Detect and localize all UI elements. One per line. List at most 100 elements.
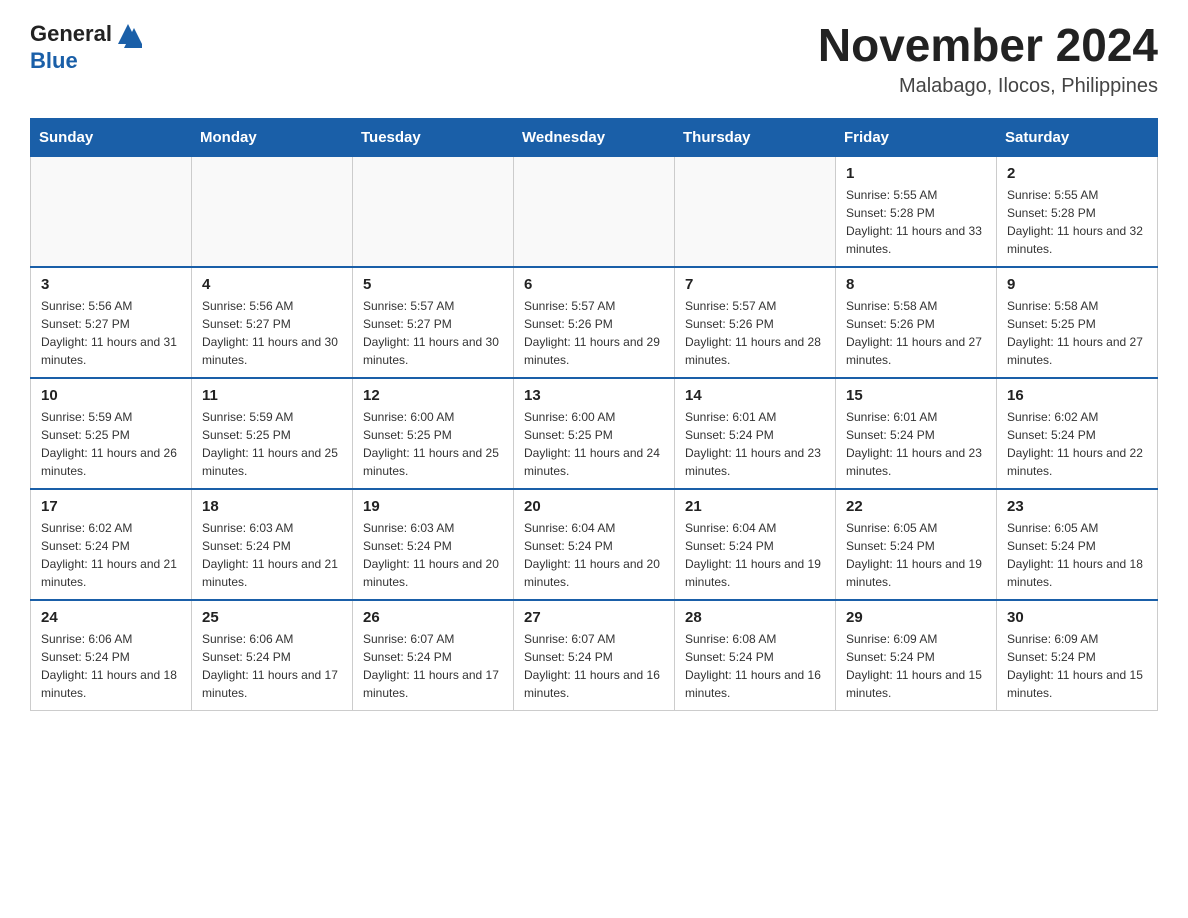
day-number: 25 <box>202 609 342 626</box>
day-info: Sunrise: 6:06 AMSunset: 5:24 PMDaylight:… <box>202 630 342 702</box>
calendar-cell: 10 Sunrise: 5:59 AMSunset: 5:25 PMDayligh… <box>31 378 192 489</box>
day-info: Sunrise: 6:04 AMSunset: 5:24 PMDaylight:… <box>524 519 664 591</box>
day-info: Sunrise: 6:00 AMSunset: 5:25 PMDaylight:… <box>363 408 503 480</box>
calendar-cell <box>31 156 192 267</box>
title-section: November 2024 Malabago, Ilocos, Philippi… <box>818 20 1158 98</box>
weekday-header-friday: Friday <box>836 118 997 156</box>
day-info: Sunrise: 6:01 AMSunset: 5:24 PMDaylight:… <box>846 408 986 480</box>
weekday-header-thursday: Thursday <box>675 118 836 156</box>
day-info: Sunrise: 6:02 AMSunset: 5:24 PMDaylight:… <box>41 519 181 591</box>
day-info: Sunrise: 6:03 AMSunset: 5:24 PMDaylight:… <box>202 519 342 591</box>
weekday-header-sunday: Sunday <box>31 118 192 156</box>
calendar-week-row: 3 Sunrise: 5:56 AMSunset: 5:27 PMDaylight… <box>31 267 1158 378</box>
weekday-header-row: SundayMondayTuesdayWednesdayThursdayFrid… <box>31 118 1158 156</box>
day-info: Sunrise: 5:58 AMSunset: 5:26 PMDaylight:… <box>846 297 986 369</box>
day-info: Sunrise: 6:03 AMSunset: 5:24 PMDaylight:… <box>363 519 503 591</box>
day-number: 27 <box>524 609 664 626</box>
calendar-cell: 26 Sunrise: 6:07 AMSunset: 5:24 PMDayligh… <box>353 600 514 711</box>
weekday-header-monday: Monday <box>192 118 353 156</box>
calendar-cell: 5 Sunrise: 5:57 AMSunset: 5:27 PMDaylight… <box>353 267 514 378</box>
day-number: 13 <box>524 387 664 404</box>
calendar-week-row: 24Sunrise: 6:06 AMSunset: 5:24 PMDayligh… <box>31 600 1158 711</box>
calendar-cell: 7Sunrise: 5:57 AMSunset: 5:26 PMDaylight… <box>675 267 836 378</box>
calendar-table: SundayMondayTuesdayWednesdayThursdayFrid… <box>30 118 1158 711</box>
day-info: Sunrise: 6:06 AMSunset: 5:24 PMDaylight:… <box>41 630 181 702</box>
day-info: Sunrise: 5:58 AMSunset: 5:25 PMDaylight:… <box>1007 297 1147 369</box>
calendar-cell: 28 Sunrise: 6:08 AMSunset: 5:24 PMDayligh… <box>675 600 836 711</box>
calendar-cell: 1Sunrise: 5:55 AMSunset: 5:28 PMDaylight… <box>836 156 997 267</box>
day-number: 29 <box>846 609 986 626</box>
calendar-cell <box>192 156 353 267</box>
calendar-cell: 12 Sunrise: 6:00 AMSunset: 5:25 PMDayligh… <box>353 378 514 489</box>
calendar-cell: 19 Sunrise: 6:03 AMSunset: 5:24 PMDayligh… <box>353 489 514 600</box>
day-info: Sunrise: 5:57 AMSunset: 5:26 PMDaylight:… <box>524 297 664 369</box>
day-info: Sunrise: 6:08 AMSunset: 5:24 PMDaylight:… <box>685 630 825 702</box>
day-number: 28 <box>685 609 825 626</box>
day-info: Sunrise: 6:07 AMSunset: 5:24 PMDaylight:… <box>363 630 503 702</box>
page-header: General Blue November 2024 Malabago, Ilo… <box>30 20 1158 98</box>
day-info: Sunrise: 5:57 AMSunset: 5:27 PMDaylight:… <box>363 297 503 369</box>
calendar-cell: 4Sunrise: 5:56 AMSunset: 5:27 PMDaylight… <box>192 267 353 378</box>
calendar-cell: 21 Sunrise: 6:04 AMSunset: 5:24 PMDayligh… <box>675 489 836 600</box>
day-info: Sunrise: 6:02 AMSunset: 5:24 PMDaylight:… <box>1007 408 1147 480</box>
logo-blue-text: Blue <box>30 48 78 74</box>
calendar-cell: 14Sunrise: 6:01 AMSunset: 5:24 PMDayligh… <box>675 378 836 489</box>
day-info: Sunrise: 5:59 AMSunset: 5:25 PMDaylight:… <box>41 408 181 480</box>
calendar-cell: 22 Sunrise: 6:05 AMSunset: 5:24 PMDayligh… <box>836 489 997 600</box>
day-number: 20 <box>524 498 664 515</box>
calendar-cell: 29 Sunrise: 6:09 AMSunset: 5:24 PMDayligh… <box>836 600 997 711</box>
day-number: 26 <box>363 609 503 626</box>
calendar-cell: 2 Sunrise: 5:55 AMSunset: 5:28 PMDaylight… <box>997 156 1158 267</box>
day-info: Sunrise: 6:04 AMSunset: 5:24 PMDaylight:… <box>685 519 825 591</box>
calendar-week-row: 17 Sunrise: 6:02 AMSunset: 5:24 PMDayligh… <box>31 489 1158 600</box>
day-info: Sunrise: 5:56 AMSunset: 5:27 PMDaylight:… <box>202 297 342 369</box>
day-number: 19 <box>363 498 503 515</box>
weekday-header-saturday: Saturday <box>997 118 1158 156</box>
day-number: 22 <box>846 498 986 515</box>
day-number: 3 <box>41 276 181 293</box>
day-number: 16 <box>1007 387 1147 404</box>
day-number: 2 <box>1007 165 1147 182</box>
day-info: Sunrise: 6:07 AMSunset: 5:24 PMDaylight:… <box>524 630 664 702</box>
day-info: Sunrise: 5:56 AMSunset: 5:27 PMDaylight:… <box>41 297 181 369</box>
calendar-cell: 11 Sunrise: 5:59 AMSunset: 5:25 PMDayligh… <box>192 378 353 489</box>
day-number: 17 <box>41 498 181 515</box>
day-number: 23 <box>1007 498 1147 515</box>
day-number: 30 <box>1007 609 1147 626</box>
day-info: Sunrise: 5:59 AMSunset: 5:25 PMDaylight:… <box>202 408 342 480</box>
calendar-cell <box>514 156 675 267</box>
day-number: 7 <box>685 276 825 293</box>
calendar-week-row: 1Sunrise: 5:55 AMSunset: 5:28 PMDaylight… <box>31 156 1158 267</box>
calendar-cell: 18 Sunrise: 6:03 AMSunset: 5:24 PMDayligh… <box>192 489 353 600</box>
day-info: Sunrise: 5:55 AMSunset: 5:28 PMDaylight:… <box>1007 186 1147 258</box>
main-title: November 2024 <box>818 20 1158 71</box>
day-number: 8 <box>846 276 986 293</box>
logo-general-text: General <box>30 21 112 47</box>
day-number: 14 <box>685 387 825 404</box>
calendar-cell: 13 Sunrise: 6:00 AMSunset: 5:25 PMDayligh… <box>514 378 675 489</box>
calendar-cell <box>675 156 836 267</box>
calendar-cell: 16 Sunrise: 6:02 AMSunset: 5:24 PMDayligh… <box>997 378 1158 489</box>
calendar-cell: 23Sunrise: 6:05 AMSunset: 5:24 PMDayligh… <box>997 489 1158 600</box>
day-info: Sunrise: 6:09 AMSunset: 5:24 PMDaylight:… <box>846 630 986 702</box>
calendar-cell: 3 Sunrise: 5:56 AMSunset: 5:27 PMDaylight… <box>31 267 192 378</box>
day-info: Sunrise: 6:00 AMSunset: 5:25 PMDaylight:… <box>524 408 664 480</box>
calendar-cell: 30 Sunrise: 6:09 AMSunset: 5:24 PMDayligh… <box>997 600 1158 711</box>
day-number: 12 <box>363 387 503 404</box>
logo-triangle-icon <box>114 20 142 48</box>
day-number: 11 <box>202 387 342 404</box>
subtitle: Malabago, Ilocos, Philippines <box>818 75 1158 98</box>
day-number: 21 <box>685 498 825 515</box>
calendar-cell: 8 Sunrise: 5:58 AMSunset: 5:26 PMDaylight… <box>836 267 997 378</box>
logo: General Blue <box>30 20 142 74</box>
day-number: 5 <box>363 276 503 293</box>
day-number: 18 <box>202 498 342 515</box>
calendar-cell <box>353 156 514 267</box>
day-number: 10 <box>41 387 181 404</box>
day-info: Sunrise: 6:05 AMSunset: 5:24 PMDaylight:… <box>846 519 986 591</box>
day-number: 9 <box>1007 276 1147 293</box>
calendar-cell: 25 Sunrise: 6:06 AMSunset: 5:24 PMDayligh… <box>192 600 353 711</box>
day-number: 6 <box>524 276 664 293</box>
weekday-header-tuesday: Tuesday <box>353 118 514 156</box>
day-info: Sunrise: 6:09 AMSunset: 5:24 PMDaylight:… <box>1007 630 1147 702</box>
